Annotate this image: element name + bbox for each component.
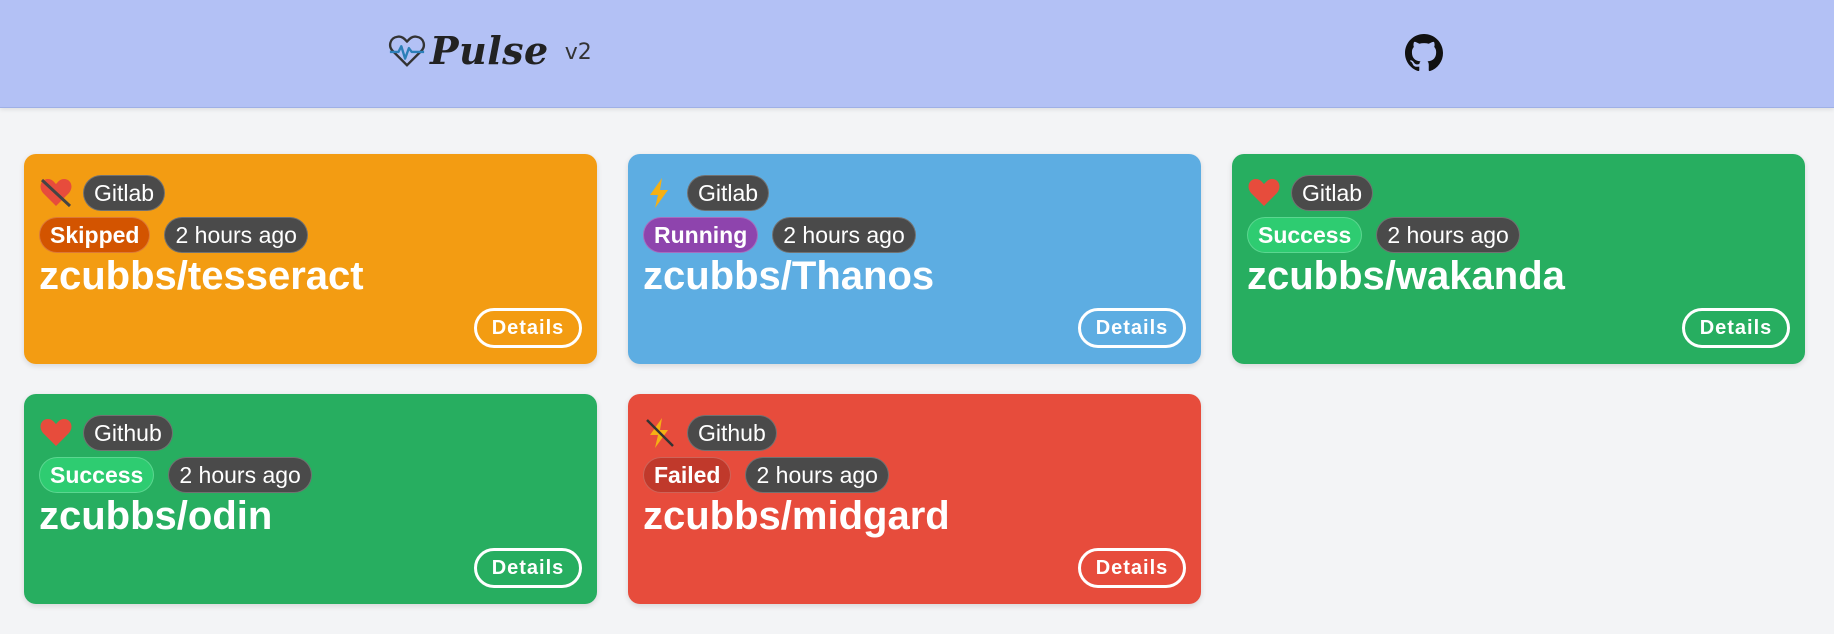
- brand-name: Pulse: [430, 28, 549, 73]
- pipeline-card-thanos: Gitlab Running 2 hours ago zcubbs/Thanos…: [628, 154, 1201, 364]
- heart-icon: [39, 417, 73, 449]
- time-badge: 2 hours ago: [168, 457, 312, 493]
- time-badge: 2 hours ago: [1376, 217, 1520, 253]
- repo-name: zcubbs/wakanda: [1247, 254, 1565, 298]
- provider-tag: Gitlab: [1291, 175, 1374, 211]
- version-label: v2: [564, 39, 592, 65]
- heart-pulse-icon: [388, 35, 426, 67]
- provider-tag: Gitlab: [83, 175, 166, 211]
- status-badge: Success: [1247, 217, 1363, 253]
- status-badge: Running: [643, 217, 759, 253]
- crossed-lightning-icon: [643, 417, 677, 449]
- provider-tag: Github: [83, 415, 173, 451]
- github-icon[interactable]: [1405, 34, 1443, 72]
- pipeline-card-tesseract: Gitlab Skipped 2 hours ago zcubbs/tesser…: [24, 154, 597, 364]
- details-button[interactable]: Details: [474, 548, 582, 588]
- details-button[interactable]: Details: [1078, 308, 1186, 348]
- status-badge: Skipped: [39, 217, 151, 253]
- pipeline-card-odin: Github Success 2 hours ago zcubbs/odin D…: [24, 394, 597, 604]
- repo-name: zcubbs/odin: [39, 494, 273, 538]
- status-badge: Failed: [643, 457, 732, 493]
- details-button[interactable]: Details: [1078, 548, 1186, 588]
- pipeline-card-midgard: Github Failed 2 hours ago zcubbs/midgard…: [628, 394, 1201, 604]
- status-badge: Success: [39, 457, 155, 493]
- time-badge: 2 hours ago: [772, 217, 916, 253]
- broken-heart-icon: [39, 177, 73, 209]
- provider-tag: Github: [687, 415, 777, 451]
- details-button[interactable]: Details: [474, 308, 582, 348]
- brand-logo[interactable]: Pulse v2: [388, 28, 592, 74]
- pipeline-card-wakanda: Gitlab Success 2 hours ago zcubbs/wakand…: [1232, 154, 1805, 364]
- navbar: Pulse v2: [0, 0, 1834, 108]
- lightning-icon: [643, 177, 677, 209]
- repo-name: zcubbs/midgard: [643, 494, 950, 538]
- repo-name: zcubbs/Thanos: [643, 254, 935, 298]
- time-badge: 2 hours ago: [745, 457, 889, 493]
- heart-icon: [1247, 177, 1281, 209]
- details-button[interactable]: Details: [1682, 308, 1790, 348]
- repo-name: zcubbs/tesseract: [39, 254, 364, 298]
- provider-tag: Gitlab: [687, 175, 770, 211]
- time-badge: 2 hours ago: [164, 217, 308, 253]
- pipeline-grid: Gitlab Skipped 2 hours ago zcubbs/tesser…: [24, 154, 1805, 604]
